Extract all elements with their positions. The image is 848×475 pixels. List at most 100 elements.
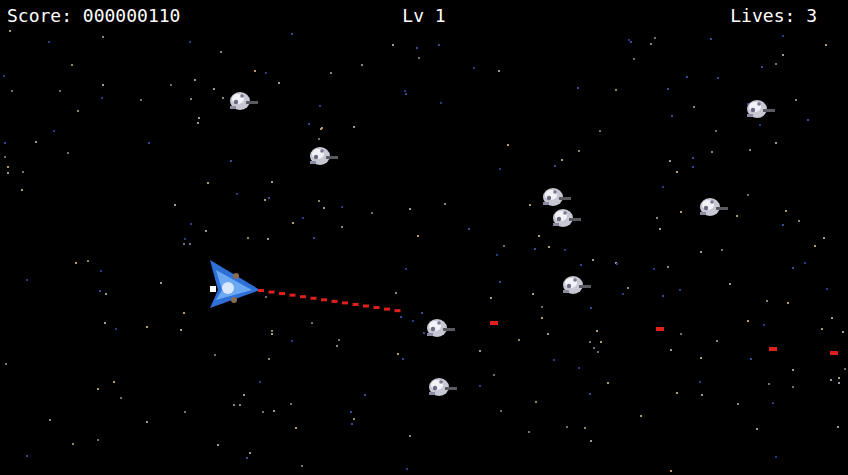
- star: [292, 222, 294, 224]
- star: [97, 439, 99, 441]
- star: [87, 260, 89, 262]
- star: [222, 97, 224, 99]
- star: [412, 320, 414, 322]
- star: [656, 217, 658, 219]
- star: [616, 263, 618, 265]
- star: [405, 268, 407, 270]
- star: [747, 194, 749, 196]
- star: [622, 293, 624, 295]
- star: [183, 312, 185, 314]
- star: [361, 64, 363, 66]
- star: [830, 379, 832, 381]
- star: [313, 237, 315, 239]
- star: [716, 340, 718, 342]
- star: [7, 166, 9, 168]
- star: [807, 119, 809, 121]
- star: [100, 270, 102, 272]
- star: [409, 435, 411, 437]
- star: [548, 246, 550, 248]
- star: [775, 456, 777, 458]
- star: [341, 206, 343, 208]
- star: [102, 84, 104, 86]
- star: [627, 287, 629, 289]
- star: [243, 394, 245, 396]
- star: [825, 44, 827, 46]
- star: [397, 353, 399, 355]
- star: [440, 102, 442, 104]
- star: [99, 290, 101, 292]
- star: [671, 115, 673, 117]
- star: [267, 238, 269, 240]
- star: [761, 66, 763, 68]
- star: [541, 317, 543, 319]
- star: [190, 98, 192, 100]
- star: [529, 204, 531, 206]
- star: [4, 142, 6, 144]
- star: [798, 220, 800, 222]
- star: [220, 51, 222, 53]
- star: [692, 166, 694, 168]
- star: [699, 381, 701, 383]
- star: [353, 126, 355, 128]
- star: [653, 268, 655, 270]
- star: [416, 47, 418, 49]
- star: [308, 123, 310, 125]
- star: [667, 88, 669, 90]
- enemy-ship-icon: [745, 96, 779, 122]
- star: [630, 41, 632, 43]
- star: [239, 404, 241, 406]
- star: [659, 228, 661, 230]
- star: [3, 75, 5, 77]
- star: [756, 428, 758, 430]
- star: [7, 172, 9, 174]
- star: [351, 423, 353, 425]
- star: [814, 245, 816, 247]
- star: [717, 77, 719, 79]
- enemy-bullet: [769, 347, 777, 351]
- star: [421, 312, 423, 314]
- star: [498, 70, 500, 72]
- star: [338, 339, 340, 341]
- star: [721, 249, 723, 251]
- star: [184, 238, 186, 240]
- star: [268, 197, 270, 199]
- player-ship-icon[interactable]: [206, 258, 262, 312]
- enemy-ship-icon: [551, 205, 585, 231]
- star: [438, 44, 440, 46]
- star: [264, 199, 266, 201]
- star: [214, 354, 216, 356]
- star: [230, 160, 232, 162]
- star: [775, 63, 777, 65]
- star: [584, 427, 586, 429]
- star: [395, 292, 397, 294]
- star: [189, 41, 191, 43]
- star: [564, 249, 566, 251]
- star: [785, 210, 787, 212]
- star: [417, 235, 419, 237]
- star: [680, 211, 682, 213]
- star: [670, 349, 672, 351]
- star: [59, 90, 61, 92]
- star: [500, 410, 502, 412]
- star: [775, 142, 777, 144]
- star: [590, 440, 592, 442]
- star: [364, 394, 366, 396]
- enemy-ship-icon: [698, 194, 732, 220]
- star: [592, 259, 594, 261]
- star: [667, 266, 669, 268]
- star: [503, 245, 505, 247]
- star: [115, 328, 117, 330]
- star: [350, 411, 352, 413]
- star: [198, 117, 200, 119]
- enemy-ship-icon: [561, 272, 595, 298]
- star: [535, 401, 537, 403]
- star: [160, 282, 162, 284]
- star: [496, 254, 498, 256]
- game-screen[interactable]: Score: 000000110Lv 1Lives: 3: [0, 0, 848, 475]
- star: [711, 151, 713, 153]
- star: [507, 144, 509, 146]
- hud-bar: Score: 000000110Lv 1Lives: 3: [0, 0, 848, 28]
- star: [499, 281, 501, 283]
- star: [493, 374, 495, 376]
- star: [105, 293, 107, 295]
